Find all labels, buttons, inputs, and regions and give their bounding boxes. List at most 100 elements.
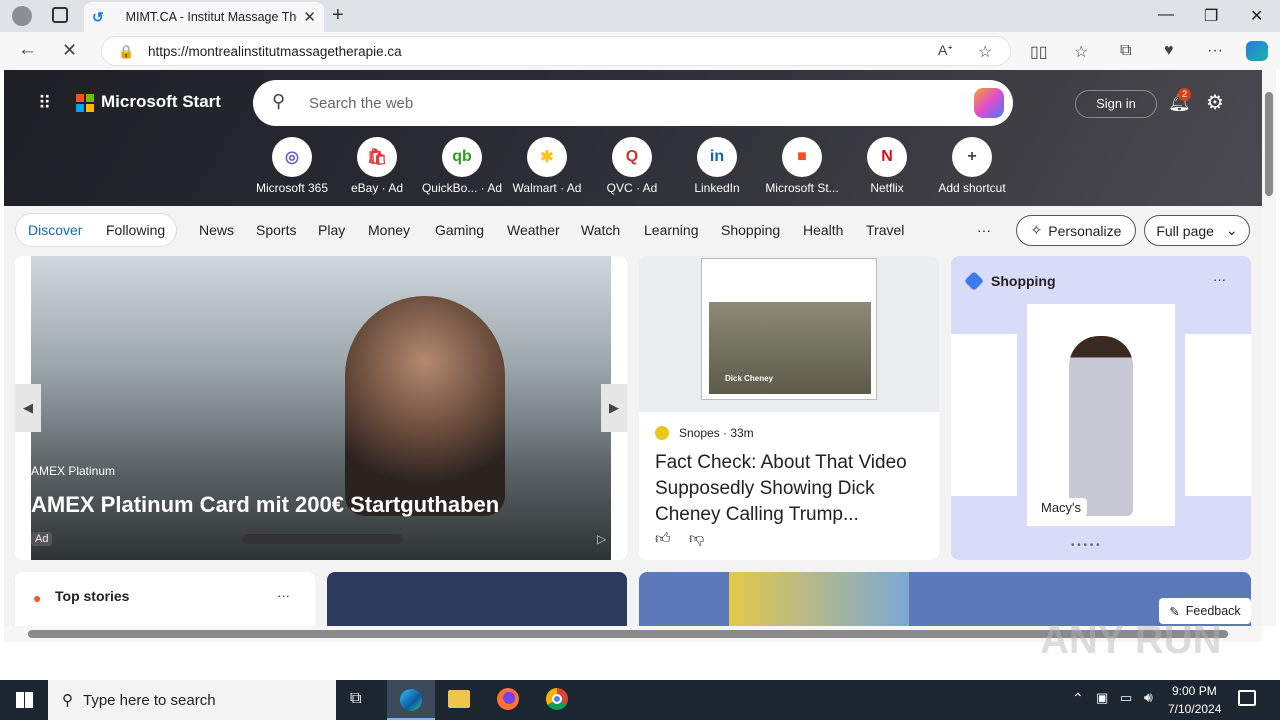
nav-more-button[interactable]: ··· — [977, 222, 991, 238]
nav-item-news[interactable]: News — [199, 222, 234, 238]
microsoft-logo-icon — [76, 94, 94, 112]
new-tab-button[interactable]: + — [332, 4, 344, 27]
nav-item-learning[interactable]: Learning — [644, 222, 699, 238]
top-stories-more[interactable]: ··· — [277, 588, 290, 603]
search-placeholder[interactable]: Search the web — [309, 95, 413, 112]
nav-item-gaming[interactable]: Gaming — [435, 222, 484, 238]
prev-arrow-icon[interactable]: ◀ — [15, 384, 41, 432]
personalize-label: Personalize — [1048, 222, 1122, 239]
shopping-more-button[interactable]: ··· — [1213, 272, 1226, 287]
tray-display-icon[interactable]: ▭ — [1120, 690, 1132, 706]
collections-icon[interactable]: ⧉ — [1120, 42, 1131, 60]
close-tab-icon[interactable]: ✕ — [303, 8, 316, 26]
nav-item-play[interactable]: Play — [318, 222, 345, 238]
performance-icon[interactable]: ♥ — [1164, 42, 1174, 60]
shortcut-4[interactable]: Q QVC · Ad — [590, 137, 674, 195]
edge-taskbar-icon[interactable] — [387, 680, 435, 720]
vertical-scroll-thumb[interactable] — [1265, 92, 1273, 196]
favorites-icon[interactable]: ☆ — [1074, 42, 1088, 62]
firefox-icon[interactable] — [497, 688, 519, 710]
nav-item-weather[interactable]: Weather — [507, 222, 560, 238]
shopping-title[interactable]: Shopping — [991, 273, 1056, 289]
shortcut-1[interactable]: 🛍 eBay · Ad — [335, 137, 419, 195]
menu-icon[interactable]: ··· — [1207, 42, 1223, 60]
thumbs-up-icon[interactable]: 👍︎ — [655, 530, 671, 548]
shortcut-icon: qb — [442, 137, 482, 177]
tab-discover[interactable]: Discover — [28, 222, 82, 238]
shortcut-icon: Q — [612, 137, 652, 177]
active-tab[interactable]: ↺ MIMT.CA - Institut Massage Thérapie ✕ — [84, 2, 324, 32]
minimize-button[interactable]: — — [1158, 6, 1174, 24]
copilot-icon[interactable] — [1246, 41, 1268, 61]
task-view-icon[interactable]: ⧉ — [350, 690, 361, 708]
notification-center-icon[interactable] — [1238, 690, 1256, 706]
sign-in-button[interactable]: Sign in — [1075, 90, 1157, 118]
thumbs-down-icon[interactable]: 👎︎ — [689, 530, 704, 548]
nav-item-travel[interactable]: Travel — [866, 222, 904, 238]
news-source: Snopes — [679, 426, 720, 440]
personalize-button[interactable]: ✧ Personalize — [1016, 215, 1136, 246]
carousel-dots[interactable] — [243, 534, 403, 544]
carousel-headline[interactable]: AMEX Platinum Card mit 200€ Startguthabe… — [31, 492, 499, 518]
url-text[interactable]: https://montrealinstitutmassagetherapie.… — [148, 44, 402, 59]
clock-date[interactable]: 7/10/2024 — [1168, 702, 1221, 716]
clock-time[interactable]: 9:00 PM — [1172, 684, 1217, 698]
settings-gear-icon[interactable]: ⚙ — [1206, 90, 1224, 115]
back-icon[interactable]: ← — [18, 39, 37, 61]
chrome-icon[interactable] — [546, 688, 568, 710]
shopping-card[interactable]: Shopping ··· Macy's • • • • • — [951, 256, 1251, 560]
brand-title[interactable]: Microsoft Start — [101, 92, 221, 112]
next-arrow-icon[interactable]: ▶ — [601, 384, 627, 432]
copilot-search-icon[interactable] — [974, 88, 1004, 118]
nav-item-watch[interactable]: Watch — [581, 222, 620, 238]
tab-actions-icon[interactable] — [52, 7, 68, 23]
split-screen-icon[interactable]: ▯▯ — [1030, 42, 1048, 62]
shortcut-label: Add shortcut — [938, 181, 1006, 195]
map-yellow-region — [729, 572, 909, 632]
news-video-card[interactable] — [327, 572, 627, 632]
read-aloud-icon[interactable]: Aᐩ — [938, 42, 953, 59]
nav-item-money[interactable]: Money — [368, 222, 410, 238]
tab-following[interactable]: Following — [106, 222, 165, 238]
personalize-icon: ✧ — [1030, 222, 1043, 238]
tray-chevron-icon[interactable]: ⌃ — [1072, 690, 1084, 707]
feedback-label: Feedback — [1185, 604, 1241, 618]
shortcut-3[interactable]: ✱ Walmart · Ad — [505, 137, 589, 195]
lock-icon: 🔒 — [118, 44, 135, 59]
close-window-button[interactable]: ✕ — [1250, 6, 1263, 26]
apps-grid-icon[interactable]: ⠿ — [38, 93, 51, 114]
shopping-dots[interactable]: • • • • • — [1071, 540, 1100, 551]
full-page-dropdown[interactable]: Full page ⌄ — [1144, 215, 1250, 246]
news-card[interactable]: Dick Cheney Snopes · 33m Fact Check: Abo… — [639, 256, 939, 560]
ad-carousel[interactable]: AMEX Platinum AMEX Platinum Card mit 200… — [15, 256, 627, 560]
nav-item-sports[interactable]: Sports — [256, 222, 296, 238]
restore-button[interactable]: ❐ — [1204, 6, 1218, 26]
nav-item-shopping[interactable]: Shopping — [721, 222, 780, 238]
shortcut-label: Microsoft 365 — [255, 181, 329, 195]
top-stories-title[interactable]: Top stories — [55, 588, 129, 604]
profile-icon[interactable] — [12, 6, 32, 26]
shortcut-0[interactable]: ◎ Microsoft 365 — [250, 137, 334, 195]
top-stories-card[interactable]: ● Top stories ··· — [15, 572, 315, 632]
product-right[interactable] — [1185, 334, 1251, 496]
tray-volume-icon[interactable]: 🔊︎ — [1144, 689, 1153, 706]
favorite-star-icon[interactable]: ☆ — [978, 42, 992, 62]
shortcut-2[interactable]: qb QuickBo... · Ad — [420, 137, 504, 195]
store-label: Macy's — [1035, 498, 1088, 517]
shortcut-icon: in — [697, 137, 737, 177]
anyrun-watermark: ANY RUN — [1040, 618, 1222, 662]
tray-network-icon[interactable]: ▣ — [1096, 690, 1108, 706]
ad-choices-icon[interactable]: ▷ — [597, 532, 606, 546]
shortcut-6[interactable]: ■ Microsoft St... — [760, 137, 844, 195]
shortcut-5[interactable]: in LinkedIn — [675, 137, 759, 195]
stop-loading-icon[interactable]: ✕ — [62, 40, 77, 61]
news-headline[interactable]: Fact Check: About That Video Supposedly … — [655, 450, 927, 528]
file-explorer-icon[interactable] — [448, 690, 470, 708]
product-left[interactable] — [951, 334, 1017, 496]
nav-item-health[interactable]: Health — [803, 222, 843, 238]
windows-start-icon[interactable] — [16, 692, 33, 708]
ad-badge: Ad — [31, 532, 53, 546]
taskbar-search-box[interactable]: ⚲ Type here to search — [48, 680, 336, 720]
shortcut-8[interactable]: + Add shortcut — [930, 137, 1014, 195]
shortcut-7[interactable]: N Netflix — [845, 137, 929, 195]
